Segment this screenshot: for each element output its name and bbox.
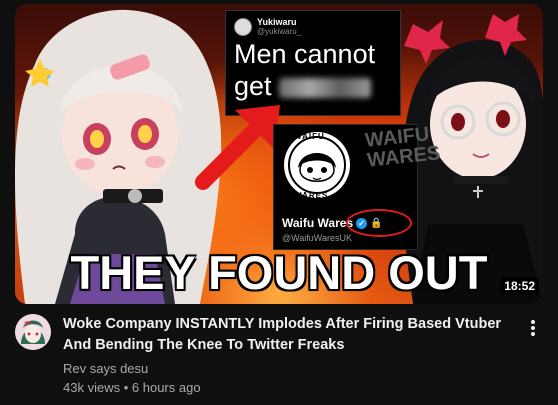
account-handle: @WaifuWaresUK — [282, 233, 352, 243]
account-name-label: Waifu Wares — [282, 216, 354, 230]
view-count: 43k views — [63, 380, 121, 395]
tweet-text-line1: Men cannot — [234, 39, 376, 69]
tweet-handle: @yukiwaru_ — [257, 27, 302, 36]
avatar-illustration — [15, 314, 51, 350]
tweet-username: Yukiwaru — [257, 17, 297, 27]
tweet-avatar — [234, 17, 252, 36]
video-duration: 18:52 — [500, 277, 539, 295]
stats-separator: • — [123, 380, 129, 395]
tweet-text: Men cannot get — [234, 38, 394, 102]
upload-age: 6 hours ago — [131, 380, 201, 395]
background-text: WAIFU WARES — [364, 123, 442, 172]
more-dot — [531, 320, 535, 324]
video-info: Woke Company INSTANTLY Implodes After Fi… — [63, 314, 518, 397]
video-title[interactable]: Woke Company INSTANTLY Implodes After Fi… — [63, 314, 518, 356]
more-dot — [531, 326, 535, 330]
more-vert-icon[interactable] — [525, 318, 541, 338]
red-arrow-icon — [195, 105, 280, 190]
blurred-word — [279, 77, 372, 98]
video-thumbnail[interactable]: Yukiwaru @yukiwaru_ Men cannot get WAIFU… — [15, 4, 543, 304]
logo-text-top: WAIFU — [294, 132, 325, 141]
thumbnail-headline: THEY FOUND OUT — [70, 246, 488, 299]
more-dot — [531, 332, 535, 336]
video-stats: 43k views • 6 hours ago — [63, 378, 518, 397]
channel-avatar[interactable] — [15, 314, 51, 350]
tweet-text-line2: get — [234, 71, 272, 101]
video-metadata: Woke Company INSTANTLY Implodes After Fi… — [15, 314, 543, 397]
highlight-circle — [346, 209, 412, 237]
channel-name[interactable]: Rev says desu — [63, 359, 518, 378]
logo-text-bottom: WARES — [294, 191, 329, 200]
waifu-wares-card: WAIFU WARES WAIFU WARES Waifu Wares ✓ 🔒 @… — [273, 123, 441, 250]
